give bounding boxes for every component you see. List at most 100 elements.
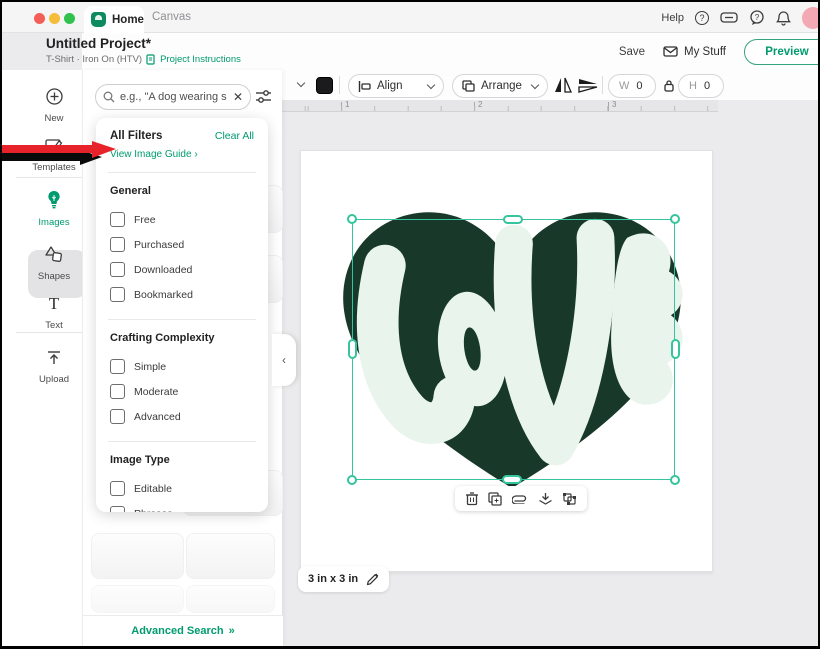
machine-icon[interactable] (720, 11, 738, 25)
filter-option-free[interactable]: Free (110, 207, 254, 232)
my-stuff-button[interactable]: My Stuff (663, 45, 726, 58)
upload-icon (46, 350, 62, 366)
flip-horizontal-icon[interactable] (554, 77, 572, 93)
width-value: 0 (636, 80, 642, 92)
checkbox[interactable] (110, 409, 125, 424)
arrange-layers-icon (462, 80, 475, 92)
image-result-tile[interactable] (91, 585, 184, 613)
checkbox[interactable] (110, 359, 125, 374)
zoom-window-button[interactable] (64, 13, 75, 24)
project-material: T-Shirt · Iron On (HTV) (46, 54, 142, 65)
ruler-tick (341, 102, 342, 111)
image-result-tile[interactable] (186, 585, 275, 613)
minimize-window-button[interactable] (49, 13, 60, 24)
size-badge[interactable]: 3 in x 3 in (298, 566, 389, 592)
save-button[interactable]: Save (619, 46, 645, 58)
notifications-bell-icon[interactable] (776, 10, 791, 26)
all-filters-popup: All Filters Clear All View Image Guide ›… (96, 118, 268, 512)
image-search-input[interactable]: e.g., "A dog wearing s ✕ (95, 84, 251, 110)
section-image-type: Image Type (110, 454, 254, 466)
filter-option-advanced[interactable]: Advanced (110, 404, 254, 429)
project-instructions-link[interactable]: Project Instructions (160, 54, 241, 65)
help-icon[interactable]: ? (695, 11, 709, 25)
collapse-panel-button[interactable]: ‹ (272, 334, 296, 386)
selection-handle-bottom-left[interactable] (347, 475, 357, 485)
filters-sliders-icon[interactable] (255, 89, 272, 104)
section-crafting-complexity: Crafting Complexity (110, 332, 254, 344)
height-field[interactable]: H 0 (678, 74, 724, 98)
chevron-down-icon (531, 80, 539, 88)
preview-button[interactable]: Preview (744, 39, 818, 65)
checkbox[interactable] (110, 384, 125, 399)
window-top-bar: Home Canvas Help ? ? (2, 2, 818, 33)
filter-option-editable[interactable]: Editable (110, 476, 254, 501)
divider (16, 332, 82, 333)
tab-canvas[interactable]: Canvas (152, 11, 191, 23)
topbar-right-controls: Help ? ? (661, 2, 810, 33)
chevron-down-icon[interactable] (297, 79, 305, 87)
flip-vertical-icon[interactable] (578, 78, 598, 93)
selection-bounding-box[interactable] (352, 219, 675, 480)
filter-option-purchased[interactable]: Purchased (110, 232, 254, 257)
duplicate-icon[interactable] (488, 492, 502, 506)
feedback-chat-icon[interactable]: ? (749, 10, 765, 25)
search-icon (103, 91, 115, 103)
chevron-down-icon (427, 80, 435, 88)
ruler-tick (608, 102, 609, 111)
selection-handle-bottom-middle[interactable] (502, 475, 522, 484)
selection-handle-top-middle[interactable] (503, 215, 523, 224)
filter-option-moderate[interactable]: Moderate (110, 379, 254, 404)
clear-all-link[interactable]: Clear All (215, 130, 254, 142)
advanced-search-footer[interactable]: Advanced Search » (83, 615, 283, 646)
advanced-search-label: Advanced Search (131, 625, 223, 637)
horizontal-ruler: 1 2 3 (282, 100, 718, 112)
selection-handle-right-middle[interactable] (671, 339, 680, 359)
selection-handle-left-middle[interactable] (348, 339, 357, 359)
filter-option-simple[interactable]: Simple (110, 354, 254, 379)
color-swatch[interactable] (316, 77, 333, 94)
double-chevron-right-icon: » (229, 625, 235, 637)
ruler-mark-2: 2 (478, 100, 482, 109)
checkbox[interactable] (110, 212, 125, 227)
checkbox[interactable] (110, 506, 125, 512)
edit-pencil-icon[interactable] (366, 573, 379, 586)
align-dropdown[interactable]: Align (348, 74, 444, 98)
project-header: Untitled Project* T-Shirt · Iron On (HTV… (82, 33, 818, 70)
selection-handle-top-right[interactable] (670, 214, 680, 224)
divider (108, 441, 256, 442)
cricut-logo-icon (91, 12, 106, 27)
weld-icon[interactable] (562, 492, 577, 506)
ruler-mark-3: 3 (612, 100, 616, 109)
divider (339, 76, 340, 94)
help-label[interactable]: Help (661, 12, 684, 24)
attach-icon[interactable] (512, 494, 528, 504)
selection-handle-bottom-right[interactable] (670, 475, 680, 485)
close-window-button[interactable] (34, 13, 45, 24)
envelope-icon (663, 45, 678, 58)
view-image-guide-link[interactable]: View Image Guide › (110, 149, 254, 160)
checkbox[interactable] (110, 287, 125, 302)
clear-search-icon[interactable]: ✕ (233, 90, 243, 104)
image-result-tile[interactable] (91, 533, 184, 579)
checkbox[interactable] (110, 262, 125, 277)
width-field[interactable]: W 0 (608, 74, 656, 98)
filter-option-bookmarked[interactable]: Bookmarked (110, 282, 254, 307)
ruler-tick (474, 102, 475, 111)
filter-option-downloaded[interactable]: Downloaded (110, 257, 254, 282)
lock-icon[interactable] (663, 79, 675, 92)
user-avatar[interactable] (802, 7, 818, 29)
checkbox[interactable] (110, 481, 125, 496)
filter-option-phrases[interactable]: Phrases (110, 501, 254, 512)
delete-icon[interactable] (465, 491, 479, 506)
align-left-icon (358, 81, 371, 92)
flatten-icon[interactable] (538, 492, 553, 506)
checkbox[interactable] (110, 237, 125, 252)
selection-handle-top-left[interactable] (347, 214, 357, 224)
selection-action-bar (455, 486, 587, 511)
tab-home[interactable]: Home (84, 6, 144, 33)
image-result-tile[interactable] (186, 533, 275, 579)
size-badge-label: 3 in x 3 in (308, 573, 358, 585)
arrange-dropdown[interactable]: Arrange (452, 74, 548, 98)
divider (602, 76, 603, 94)
my-stuff-label: My Stuff (684, 46, 726, 58)
